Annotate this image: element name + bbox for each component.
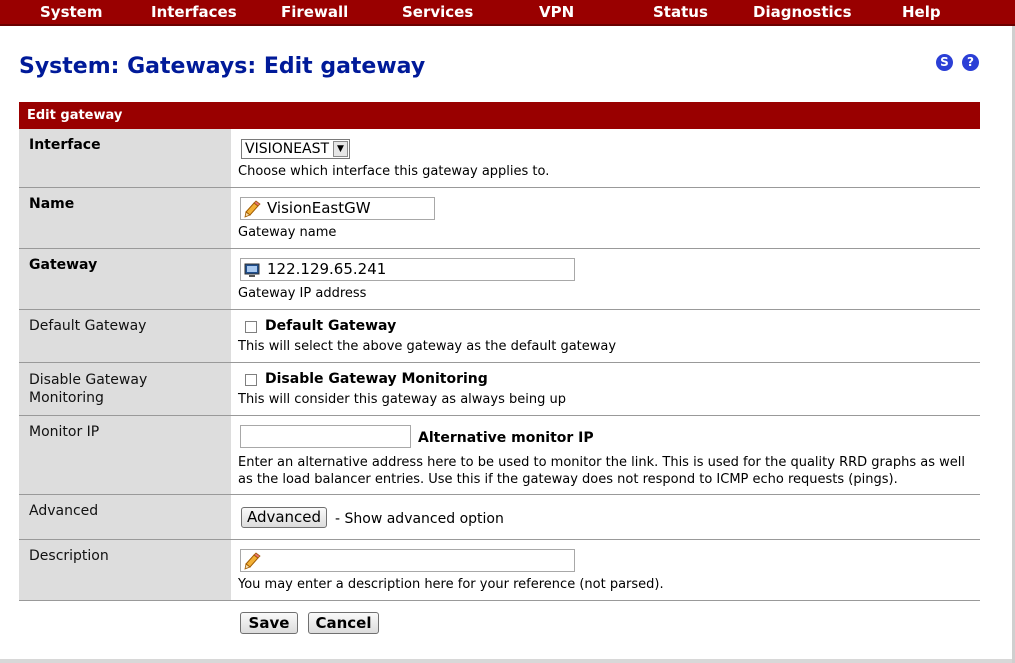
monitor-ip-note-line2: as the load balancer entries. Use this i… — [238, 472, 898, 487]
cancel-button[interactable]: Cancel — [308, 612, 379, 634]
name-input-value: VisionEastGW — [267, 199, 371, 217]
help-icon[interactable]: ? — [962, 54, 979, 71]
nav-vpn[interactable]: VPN — [539, 3, 574, 21]
name-note: Gateway name — [238, 225, 337, 240]
default-gateway-checkbox-label[interactable]: Default Gateway — [265, 318, 396, 334]
top-navbar: System Interfaces Firewall Services VPN … — [0, 0, 1015, 26]
name-label: Name — [19, 188, 231, 248]
gateway-input-value: 122.129.65.241 — [267, 260, 387, 278]
page-bottom-border — [0, 659, 1012, 663]
disable-monitoring-checkbox-label[interactable]: Disable Gateway Monitoring — [265, 371, 488, 387]
default-gateway-row: Default Gateway Default Gateway This wil… — [19, 310, 980, 363]
interface-note: Choose which interface this gateway appl… — [238, 164, 550, 179]
monitor-ip-field: Alternative monitor IP Enter an alternat… — [238, 416, 980, 494]
interface-select[interactable]: VISIONEAST ▼ — [241, 139, 350, 159]
nav-interfaces[interactable]: Interfaces — [151, 3, 237, 21]
gateway-input[interactable]: 122.129.65.241 — [240, 258, 575, 281]
default-gateway-note: This will select the above gateway as th… — [238, 339, 617, 354]
nav-diagnostics[interactable]: Diagnostics — [753, 3, 852, 21]
network-icon — [244, 263, 260, 277]
advanced-field: Advanced - Show advanced option — [238, 495, 980, 539]
interface-select-value: VISIONEAST — [245, 141, 330, 157]
description-field: You may enter a description here for you… — [238, 540, 980, 600]
description-label: Description — [19, 540, 231, 600]
name-row: Name VisionEastGW Gateway name — [19, 188, 980, 249]
advanced-row: Advanced Advanced - Show advanced option — [19, 495, 980, 540]
description-row: Description You may enter a description … — [19, 540, 980, 601]
disable-monitoring-row: Disable Gateway Monitoring Disable Gatew… — [19, 363, 980, 416]
default-gateway-checkbox[interactable] — [245, 321, 257, 333]
monitor-ip-label: Monitor IP — [19, 416, 231, 494]
advanced-button[interactable]: Advanced — [241, 507, 327, 528]
monitor-ip-row: Monitor IP Alternative monitor IP Enter … — [19, 416, 980, 495]
nav-system[interactable]: System — [40, 3, 102, 21]
chevron-down-icon: ▼ — [333, 141, 348, 157]
page-title: System: Gateways: Edit gateway — [19, 54, 426, 79]
disable-monitoring-note: This will consider this gateway as alway… — [238, 392, 566, 407]
monitor-ip-inline-label: Alternative monitor IP — [418, 430, 594, 446]
pencil-icon — [244, 200, 261, 218]
description-input[interactable] — [240, 549, 575, 572]
form-header: Edit gateway — [19, 102, 980, 129]
monitor-ip-note: Enter an alternative address here to be … — [238, 454, 973, 488]
nav-status[interactable]: Status — [653, 3, 708, 21]
default-gateway-field: Default Gateway This will select the abo… — [238, 310, 980, 362]
disable-monitoring-label-line2: Monitoring — [29, 390, 104, 406]
nav-firewall[interactable]: Firewall — [281, 3, 348, 21]
gateway-field: 122.129.65.241 Gateway IP address — [238, 249, 980, 309]
gateway-note: Gateway IP address — [238, 286, 367, 301]
advanced-note: - Show advanced option — [335, 511, 504, 527]
nav-services[interactable]: Services — [402, 3, 473, 21]
status-icon[interactable]: S — [936, 54, 953, 71]
disable-monitoring-label: Disable Gateway Monitoring — [19, 363, 231, 415]
gateway-row: Gateway 122.129.65.241 Gateway IP addres… — [19, 249, 980, 310]
description-note: You may enter a description here for you… — [238, 577, 664, 592]
interface-field: VISIONEAST ▼ Choose which interface this… — [238, 129, 980, 187]
disable-monitoring-checkbox[interactable] — [245, 374, 257, 386]
gateway-label: Gateway — [19, 249, 231, 309]
pencil-icon — [244, 552, 261, 570]
interface-row: Interface VISIONEAST ▼ Choose which inte… — [19, 129, 980, 188]
nav-help[interactable]: Help — [902, 3, 941, 21]
advanced-label: Advanced — [19, 495, 231, 539]
interface-label: Interface — [19, 129, 231, 187]
default-gateway-label: Default Gateway — [19, 310, 231, 362]
name-field: VisionEastGW Gateway name — [238, 188, 980, 248]
monitor-ip-note-line1: Enter an alternative address here to be … — [238, 455, 965, 470]
disable-monitoring-label-line1: Disable Gateway — [29, 372, 148, 388]
save-button[interactable]: Save — [240, 612, 298, 634]
name-input[interactable]: VisionEastGW — [240, 197, 435, 220]
monitor-ip-input[interactable] — [240, 425, 411, 448]
disable-monitoring-field: Disable Gateway Monitoring This will con… — [238, 363, 980, 415]
